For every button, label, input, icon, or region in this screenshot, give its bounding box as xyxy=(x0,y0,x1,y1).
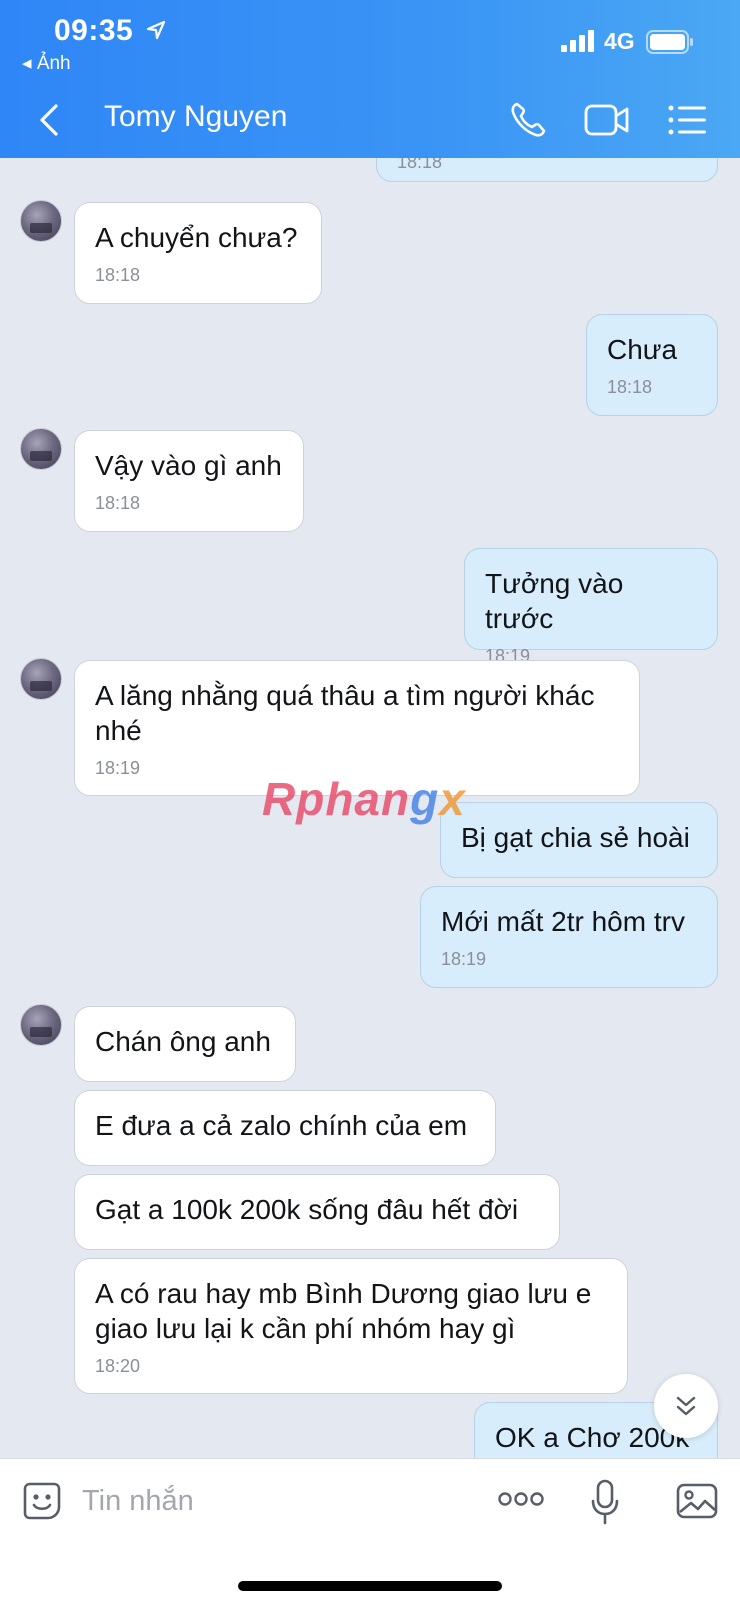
sticker-emoji-icon[interactable] xyxy=(22,1481,62,1521)
home-indicator[interactable] xyxy=(238,1581,502,1591)
message-time: 18:20 xyxy=(95,1356,141,1376)
phone-call-icon[interactable] xyxy=(508,100,548,140)
contact-avatar[interactable] xyxy=(20,658,62,700)
message-input[interactable] xyxy=(82,1477,462,1525)
message-bubble-incoming[interactable]: Vậy vào gì anh 18:18 xyxy=(74,430,304,532)
message-bubble-outgoing[interactable]: Mới mất 2tr hôm trv 18:19 xyxy=(420,886,718,988)
options-list-icon[interactable] xyxy=(668,104,708,136)
cellular-signal-icon xyxy=(561,30,594,52)
message-text: Chán ông anh xyxy=(95,1026,271,1057)
back-to-app-link[interactable]: ◂ Ảnh xyxy=(22,52,71,75)
contact-avatar[interactable] xyxy=(20,1004,62,1046)
message-time: 18:18 xyxy=(95,493,141,513)
message-bubble-outgoing[interactable]: 18:18 xyxy=(376,158,718,182)
message-time: 18:18 xyxy=(95,265,141,285)
contact-avatar[interactable] xyxy=(20,428,62,470)
more-options-icon[interactable] xyxy=(498,1489,544,1509)
message-input-bar xyxy=(0,1458,740,1600)
contact-name[interactable]: Tomy Nguyen xyxy=(104,100,287,134)
message-time: 18:18 xyxy=(397,158,443,172)
message-text: E đưa a cả zalo chính của em xyxy=(95,1110,468,1141)
message-bubble-outgoing[interactable]: Bị gạt chia sẻ hoài xyxy=(440,802,718,878)
message-bubble-incoming[interactable]: Gạt a 100k 200k sống đâu hết đời xyxy=(74,1174,560,1250)
network-type: 4G xyxy=(604,28,635,54)
message-text: A có rau hay mb Bình Dương giao lưu e gi… xyxy=(95,1278,592,1344)
message-bubble-incoming[interactable]: E đưa a cả zalo chính của em xyxy=(74,1090,496,1166)
back-chevron-icon[interactable] xyxy=(34,100,64,140)
message-bubble-incoming[interactable]: A chuyển chưa? 18:18 xyxy=(74,202,322,304)
message-text: Vậy vào gì anh xyxy=(95,450,282,481)
scroll-to-bottom-button[interactable] xyxy=(654,1374,718,1438)
image-gallery-icon[interactable] xyxy=(676,1481,718,1521)
status-time: 09:35 xyxy=(54,14,134,47)
message-bubble-incoming[interactable]: A có rau hay mb Bình Dương giao lưu e gi… xyxy=(74,1258,628,1394)
microphone-icon[interactable] xyxy=(590,1479,620,1525)
message-bubble-incoming[interactable]: Chán ông anh xyxy=(74,1006,296,1082)
message-text: Tưởng vào trước xyxy=(485,568,624,634)
video-call-icon[interactable] xyxy=(584,102,630,138)
message-time: 18:18 xyxy=(607,377,653,397)
location-arrow-icon xyxy=(146,20,166,40)
double-chevron-down-icon xyxy=(676,1396,696,1416)
message-text: Mới mất 2tr hôm trv xyxy=(441,906,685,937)
watermark-logo: Rphangx xyxy=(262,773,466,825)
message-bubble-outgoing[interactable]: Chưa 18:18 xyxy=(586,314,718,416)
contact-avatar[interactable] xyxy=(20,200,62,242)
chat-header: 09:35 ◂ Ảnh 4G Tomy Nguyen xyxy=(0,0,740,158)
message-text: Bị gạt chia sẻ hoài xyxy=(461,822,690,853)
battery-icon xyxy=(646,30,693,54)
message-text: A chuyển chưa? xyxy=(95,222,298,253)
message-bubble-outgoing[interactable]: Tưởng vào trước 18:19 xyxy=(464,548,718,666)
message-text: A lăng nhằng quá thâu a tìm người khác n… xyxy=(95,680,595,746)
message-time: 18:19 xyxy=(441,949,487,969)
message-text: Chưa xyxy=(607,334,678,365)
message-text: Gạt a 100k 200k sống đâu hết đời xyxy=(95,1194,519,1225)
